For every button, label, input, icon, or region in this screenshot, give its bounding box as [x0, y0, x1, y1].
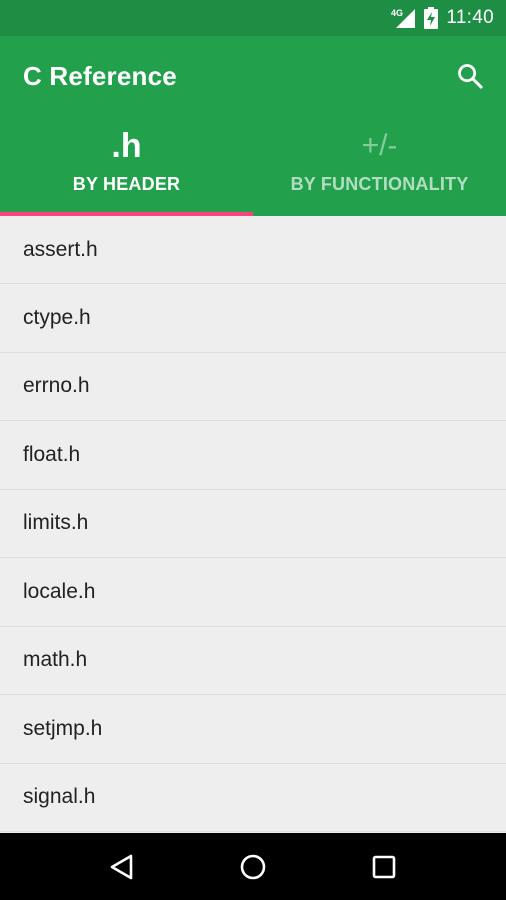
- tab-bar: .h BY HEADER +/- BY FUNCTIONALITY: [0, 116, 506, 216]
- list-item-label: limits.h: [23, 511, 89, 535]
- list-item-label: math.h: [23, 648, 88, 672]
- list-item-errno-h[interactable]: errno.h: [0, 353, 506, 421]
- list-item-label: errno.h: [23, 374, 90, 398]
- list-item-setjmp-h[interactable]: setjmp.h: [0, 695, 506, 764]
- tab-by-header-label: BY HEADER: [72, 174, 181, 194]
- home-button[interactable]: [223, 837, 283, 897]
- signal-icon: 4G: [390, 7, 416, 29]
- list-item-label: signal.h: [23, 785, 96, 809]
- search-button[interactable]: [450, 56, 490, 96]
- screen: 4G 11:40 C Reference .h BY HEADER +/- BY…: [0, 0, 506, 900]
- list-item-signal-h[interactable]: signal.h: [0, 764, 506, 832]
- recents-button[interactable]: [354, 837, 414, 897]
- back-button[interactable]: [92, 837, 152, 897]
- list-item-label: locale.h: [23, 579, 96, 603]
- status-time: 11:40: [446, 7, 494, 28]
- list-item-math-h[interactable]: math.h: [0, 627, 506, 695]
- home-icon: [240, 854, 266, 879]
- list-item-limits-h[interactable]: limits.h: [0, 490, 506, 558]
- tab-by-functionality-symbol: +/-: [361, 129, 398, 162]
- app-title: C Reference: [23, 60, 177, 91]
- network-type-label: 4G: [391, 8, 403, 18]
- list-item-locale-h[interactable]: locale.h: [0, 558, 506, 627]
- list-item-label: assert.h: [23, 237, 98, 261]
- list-item-float-h[interactable]: float.h: [0, 421, 506, 490]
- list-item-assert-h[interactable]: assert.h: [0, 216, 506, 284]
- tab-by-header[interactable]: .h BY HEADER: [0, 116, 253, 216]
- search-icon: [458, 64, 483, 89]
- status-bar: 4G 11:40: [0, 0, 506, 36]
- tab-by-functionality-label: BY FUNCTIONALITY: [290, 174, 469, 194]
- list-item-label: setjmp.h: [23, 716, 103, 740]
- app-bar: C Reference .h BY HEADER +/- BY FUNCTION…: [0, 36, 506, 216]
- tab-by-header-symbol: .h: [111, 127, 142, 165]
- back-icon: [110, 854, 132, 879]
- toolbar: C Reference: [0, 36, 506, 116]
- header-list: assert.h ctype.h errno.h float.h limits.…: [0, 216, 506, 833]
- battery-icon: [424, 7, 439, 29]
- list-item-label: ctype.h: [23, 305, 91, 329]
- tab-by-functionality[interactable]: +/- BY FUNCTIONALITY: [253, 116, 506, 216]
- list-item-label: float.h: [23, 442, 81, 466]
- list-item-ctype-h[interactable]: ctype.h: [0, 284, 506, 353]
- navigation-bar: [0, 833, 506, 900]
- recents-icon: [373, 855, 396, 878]
